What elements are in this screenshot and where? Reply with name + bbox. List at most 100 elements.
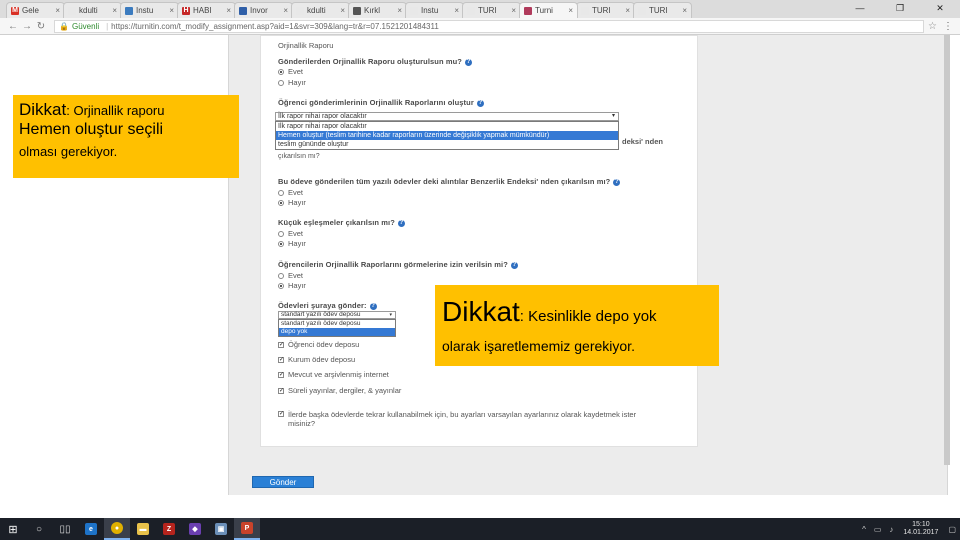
browser-tab[interactable]: TURI × (576, 2, 635, 18)
checkbox-internet[interactable]: ✓ Mevcut ve arşivlenmiş internet (278, 370, 389, 379)
close-tab-icon[interactable]: × (283, 6, 288, 15)
radio-icon[interactable] (278, 240, 284, 247)
browser-tab[interactable]: M Gele × (6, 2, 65, 18)
close-tab-icon[interactable]: × (169, 6, 174, 15)
favicon-icon (68, 6, 76, 15)
box-icon[interactable]: ▣ (208, 518, 234, 540)
radio-icon[interactable] (278, 282, 284, 289)
q3-option-no[interactable]: Hayır (278, 198, 306, 207)
help-icon[interactable]: ? (510, 261, 518, 269)
help-icon[interactable]: ? (369, 302, 377, 310)
browser-menu-icon[interactable]: ⋮ (943, 21, 953, 32)
repository-select[interactable]: standart yazılı ödev deposu ▾ (278, 311, 396, 319)
option-label: Hayır (288, 239, 306, 248)
volume-icon[interactable]: ♪ (889, 525, 893, 534)
network-icon[interactable]: ▭ (874, 525, 882, 534)
close-tab-icon[interactable]: × (454, 6, 459, 15)
checkbox-icon[interactable]: ✓ (278, 341, 284, 348)
checkbox-icon[interactable]: ✓ (278, 411, 284, 417)
browser-tab[interactable]: TURI × (462, 2, 521, 18)
note2-title: Dikkat: Kesinlikle depo yok (442, 295, 712, 334)
tab-label: TURI (649, 6, 668, 15)
browser-tab[interactable]: kdulti × (63, 2, 122, 18)
close-tab-icon[interactable]: × (568, 6, 573, 15)
q1-option-no[interactable]: Hayır (278, 78, 306, 87)
checkbox-label: Kurum ödev deposu (288, 355, 356, 364)
notification-icon[interactable]: ▢ (948, 525, 956, 534)
browser-tab[interactable]: Kırkl × (348, 2, 407, 18)
close-tab-icon[interactable]: × (112, 6, 117, 15)
file-explorer-icon[interactable]: ▬ (130, 518, 156, 540)
windows-start-icon[interactable]: ⊞ (0, 518, 26, 540)
scrollbar-thumb[interactable] (944, 35, 950, 465)
browser-tab[interactable]: Instu × (120, 2, 179, 18)
help-icon[interactable]: ? (476, 99, 484, 107)
option-item[interactable]: standart yazılı ödev deposu (279, 320, 395, 328)
checkbox-icon[interactable]: ✓ (278, 356, 284, 363)
close-tab-icon[interactable]: × (340, 6, 345, 15)
back-icon[interactable]: ← (6, 21, 20, 32)
close-tab-icon[interactable]: × (625, 6, 630, 15)
close-tab-icon[interactable]: × (226, 6, 231, 15)
chevron-up-icon[interactable]: ^ (862, 525, 866, 534)
browser-tab[interactable]: TURI × (633, 2, 692, 18)
checkbox-save-defaults[interactable]: ✓ İlerde başka ödevlerde tekrar kullanabi… (278, 410, 658, 428)
browser-tab[interactable]: Invor × (234, 2, 293, 18)
chrome-icon[interactable]: ● (104, 518, 130, 540)
close-tab-icon[interactable]: × (55, 6, 60, 15)
radio-icon[interactable] (278, 79, 284, 86)
submit-button[interactable]: Gönder (252, 476, 314, 488)
q3-option-yes[interactable]: Evet (278, 188, 303, 197)
browser-tab[interactable]: Instu × (405, 2, 464, 18)
task-view-icon[interactable]: ▯▯ (52, 518, 78, 540)
help-icon[interactable]: ? (464, 58, 472, 66)
minimize-button[interactable]: — (840, 0, 880, 18)
report-generation-select[interactable]: İlk rapor nihai rapor olacaktır ▾ (275, 112, 619, 121)
option-item-highlighted[interactable]: Hemen oluştur (teslim tarihine kadar rap… (276, 131, 618, 140)
reload-icon[interactable]: ↻ (34, 21, 48, 32)
radio-icon[interactable] (278, 272, 284, 279)
browser-tab[interactable]: Turni × (519, 2, 578, 18)
browser-tab[interactable]: H HABI × (177, 2, 236, 18)
close-tab-icon[interactable]: × (682, 6, 687, 15)
help-icon[interactable]: ? (613, 178, 621, 186)
page-scrollbar[interactable] (944, 35, 950, 465)
url-input[interactable]: 🔒 Güvenli | https://turnitin.com/t_modif… (54, 19, 924, 33)
close-tab-icon[interactable]: × (511, 6, 516, 15)
powerpoint-icon[interactable]: P (234, 518, 260, 540)
bookmark-star-icon[interactable]: ☆ (928, 21, 937, 32)
radio-icon[interactable] (278, 189, 284, 196)
forward-icon[interactable]: → (20, 21, 34, 32)
q4-option-no[interactable]: Hayır (278, 239, 306, 248)
q5-option-yes[interactable]: Evet (278, 271, 303, 280)
option-item-highlighted[interactable]: depo yok (279, 328, 395, 336)
close-window-button[interactable]: ✕ (920, 0, 960, 18)
checkbox-icon[interactable]: ✓ (278, 371, 284, 378)
checkbox-icon[interactable]: ✓ (278, 387, 284, 394)
edge-icon[interactable]: e (78, 518, 104, 540)
q5-option-no[interactable]: Hayır (278, 281, 306, 290)
visual-studio-icon[interactable]: ◆ (182, 518, 208, 540)
close-tab-icon[interactable]: × (397, 6, 402, 15)
checkbox-student-repo[interactable]: ✓ Öğrenci ödev deposu (278, 340, 359, 349)
favicon-icon: H (182, 6, 190, 15)
checkbox-institution-repo[interactable]: ✓ Kurum ödev deposu (278, 355, 355, 364)
browser-tab[interactable]: kdulti × (291, 2, 350, 18)
clock[interactable]: 15:10 14.01.2017 (903, 521, 938, 537)
radio-icon[interactable] (278, 68, 284, 75)
option-item[interactable]: İlk rapor nihai rapor olacaktır (276, 122, 618, 131)
checkbox-periodicals[interactable]: ✓ Süreli yayınlar, dergiler, & yayınlar (278, 386, 401, 395)
q4-option-yes[interactable]: Evet (278, 229, 303, 238)
note1-title-big: Dikkat (19, 100, 67, 119)
q4-label: Küçük eşleşmeler çıkarılsın mı?? (278, 218, 405, 227)
window-controls: — ❐ ✕ (840, 0, 960, 18)
option-item[interactable]: teslim gününde oluştur (276, 140, 618, 149)
radio-icon[interactable] (278, 230, 284, 237)
filezilla-icon[interactable]: Z (156, 518, 182, 540)
select-value: İlk rapor nihai rapor olacaktır (278, 113, 367, 120)
help-icon[interactable]: ? (397, 219, 405, 227)
q1-option-yes[interactable]: Evet (278, 67, 303, 76)
restore-button[interactable]: ❐ (880, 0, 920, 18)
search-icon[interactable]: ○ (26, 518, 52, 540)
radio-icon[interactable] (278, 199, 284, 206)
